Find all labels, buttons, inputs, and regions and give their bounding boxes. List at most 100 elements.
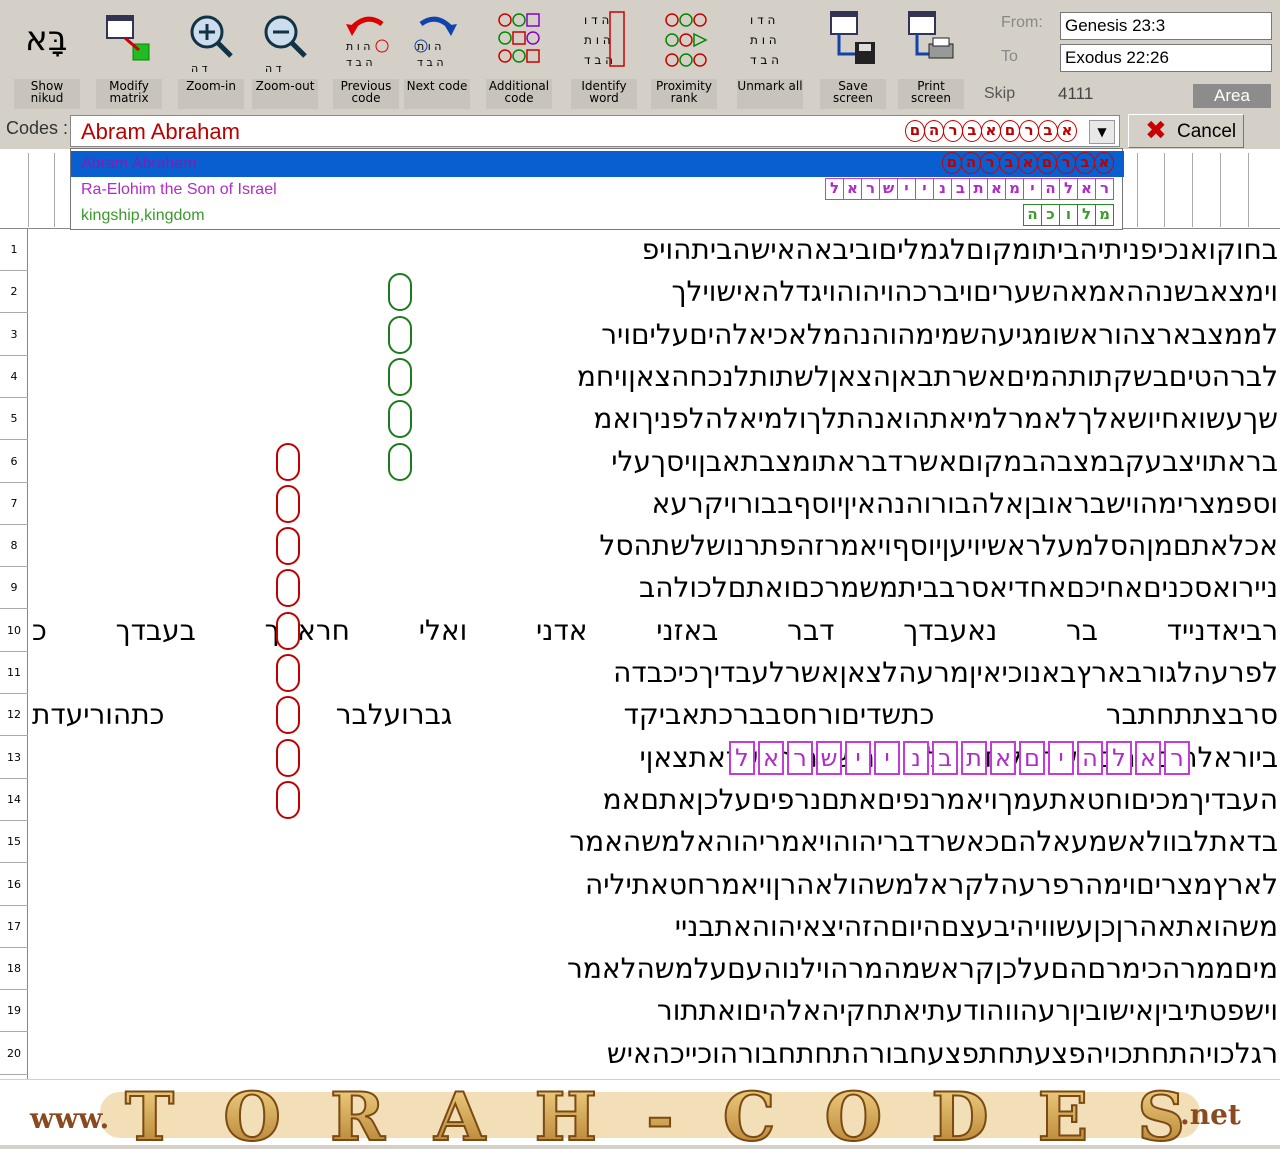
row-number: 19 [0, 990, 28, 1033]
dropdown-item-letters: ראלהימאתבניישראל [825, 178, 1114, 202]
torah-codes-banner: www. TORAH-CODES .net [0, 1077, 1280, 1149]
boxed-letter[interactable]: י [1048, 740, 1074, 775]
codes-combobox[interactable]: Abram Abraham םהרבאםרבא ▼ [70, 115, 1120, 147]
matrix-row: בראתויצבעקבמצבהבמקוםאשרדבראתומצבתאבןויסך… [611, 444, 1278, 478]
svg-text:ה ד ו: ה ד ו [750, 13, 775, 27]
row-numbers: 1 2 3 4 5 6 7 8 9 10 11 12 13 14 15 16 17 18 19 20 [0, 229, 28, 1079]
boxed-letter[interactable]: ל [1106, 740, 1132, 775]
row-number: 3 [0, 314, 28, 356]
previous-code-button[interactable]: ה ו ת ה ב ד Previous code [333, 2, 399, 110]
row-number: 10 [0, 610, 28, 652]
boxed-letter[interactable]: י [845, 740, 871, 775]
next-code-icon: ה ו ת ה ב ד [414, 16, 457, 69]
banner-suffix: .net [1180, 1098, 1241, 1131]
column-header [1164, 153, 1188, 227]
code-letter: י [915, 178, 934, 200]
nikud-icon: בָּא [25, 19, 67, 59]
matrix-row: ניירואסכניםאחיכםאחדיאסרבביתמשמרכםואתםלכו… [639, 571, 1278, 605]
highlighted-letter[interactable] [276, 527, 300, 566]
modify-matrix-button[interactable]: Modify matrix [96, 2, 162, 110]
matrix-row: אכלאתםמןהסלמעלראשיויעןיוסףויאמרזהפתרנושל… [599, 529, 1278, 563]
code-letter: ה [924, 120, 944, 142]
dropdown-item-label: Abram Abraham [81, 155, 197, 172]
boxed-letter[interactable]: ב [932, 740, 958, 775]
dropdown-item-label: kingship,kingdom [81, 207, 205, 224]
next-code-button[interactable]: ה ו ת ה ב ד Next code [404, 2, 470, 110]
letter-matrix: 1 2 3 4 5 6 7 8 9 10 11 12 13 14 15 16 17 18 19 20 בחוקואנכ… [0, 149, 1280, 1079]
zoom-in-button[interactable]: ד ה Zoom-in [178, 2, 244, 110]
highlighted-letter[interactable] [276, 654, 300, 692]
boxed-letter[interactable]: ם [1019, 740, 1045, 775]
matrix-row: רביאדנייד בר נאעבדך דבר באזני אדני ואלי … [32, 613, 1278, 647]
code-letter: ה [961, 152, 981, 174]
code-letter: י [897, 178, 916, 200]
boxed-letter[interactable]: א [990, 740, 1016, 775]
highlighted-letter[interactable] [276, 738, 300, 777]
area-button[interactable]: Area [1193, 84, 1271, 108]
from-label: From: [1001, 14, 1043, 31]
matrix-row: סרבצתתחתבר כתשדיםורחסבברכתאביקד גברועלבר… [32, 698, 1278, 732]
column-header [1248, 153, 1272, 227]
highlighted-letter[interactable] [276, 780, 300, 819]
boxed-letter[interactable]: י [874, 740, 900, 775]
code-letter: ב [1038, 120, 1058, 142]
unmark-all-button[interactable]: ה ד ו ה ו ת ה ב ד Unmark all [737, 2, 803, 110]
from-field[interactable]: Genesis 23:3 [1060, 12, 1272, 40]
code-letter: ב [962, 120, 982, 142]
boxed-letter[interactable]: ת [961, 740, 987, 775]
boxed-letter[interactable]: ל [729, 740, 755, 775]
highlighted-letter[interactable] [388, 442, 412, 481]
dropdown-item[interactable]: Ra-Elohim the Son of Israel ר א ל ה י מ א ת ב נ י י ש… [71, 177, 1124, 203]
highlighted-letter[interactable] [388, 273, 412, 312]
button-label: Next code [404, 79, 470, 109]
to-field[interactable]: Exodus 22:26 [1060, 44, 1272, 72]
code-letter: ל [1077, 204, 1096, 226]
additional-code-button[interactable]: Additional code [486, 2, 552, 110]
boxed-letter[interactable]: א [1135, 740, 1161, 775]
banner-logo: www. TORAH-CODES .net [29, 1077, 1241, 1149]
matrix-row: וימצאבשנההאמאהשעריםויברכהויהוהויגדלהאישו… [671, 275, 1278, 309]
show-nikud-button[interactable]: בָּא Show nikud [14, 2, 80, 110]
boxed-letter[interactable]: ר [787, 740, 813, 775]
boxed-letter[interactable]: ר [1164, 740, 1190, 775]
column-header [28, 153, 52, 227]
identify-word-button[interactable]: ה ד ו ה ו ת ה ב ד Identify word [571, 2, 637, 110]
banner-prefix: www. [29, 1102, 109, 1135]
svg-text:ה ב ד: ה ב ד [750, 53, 779, 67]
code-letter: ם [1037, 152, 1057, 174]
row-number: 5 [0, 398, 28, 441]
code-letter: ם [942, 152, 962, 174]
boxed-letter[interactable]: נ [903, 740, 929, 775]
code-letter: א [981, 120, 1001, 142]
boxed-letter[interactable]: א [758, 740, 784, 775]
row-number: 7 [0, 483, 28, 525]
svg-text:ה ד ו: ה ד ו [584, 13, 609, 27]
save-screen-button[interactable]: Save screen [820, 2, 886, 110]
highlighted-letter[interactable] [388, 400, 412, 439]
boxed-letter[interactable]: ה [1077, 740, 1103, 775]
highlighted-letter[interactable] [276, 696, 300, 735]
zoom-out-button[interactable]: ד ה Zoom-out [252, 2, 318, 110]
dropdown-item[interactable]: kingship,kingdom מ ל ו כ ה [71, 203, 1124, 229]
highlighted-letter[interactable] [276, 611, 300, 650]
matrix-row: בחוקואנכיפניתיהביתומקוםלגמליםוביבאהאישהב… [641, 233, 1278, 266]
chevron-down-icon[interactable]: ▼ [1089, 120, 1115, 144]
row-number: 16 [0, 864, 28, 906]
row-number: 17 [0, 906, 28, 948]
cancel-button[interactable]: ✖ Cancel [1128, 114, 1244, 148]
save-icon [830, 11, 875, 64]
highlighted-letter[interactable] [276, 484, 300, 523]
svg-text:ה ו ת: ה ו ת [417, 40, 441, 53]
dropdown-item[interactable]: Abram Abraham א ב ר ם א ב ר ה ם [71, 151, 1124, 177]
print-screen-button[interactable]: Print screen [898, 2, 964, 110]
highlighted-letter[interactable] [388, 315, 412, 354]
column-header [1220, 153, 1244, 227]
highlighted-letter[interactable] [388, 357, 412, 396]
code-letter: ב [951, 178, 970, 200]
highlighted-letter[interactable] [276, 442, 300, 481]
svg-text:ה ו ת: ה ו ת [750, 33, 777, 47]
proximity-rank-button[interactable]: Proximity rank [651, 2, 717, 110]
boxed-letter[interactable]: ש [816, 740, 842, 775]
svg-text:ה ב ד: ה ב ד [346, 56, 373, 69]
highlighted-letter[interactable] [276, 569, 300, 608]
